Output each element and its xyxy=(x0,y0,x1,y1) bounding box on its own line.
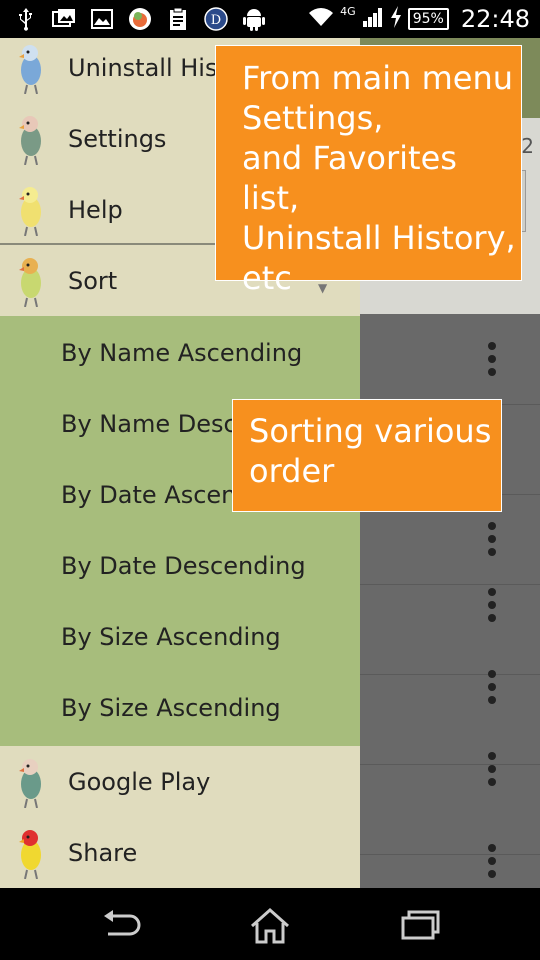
back-icon[interactable] xyxy=(100,906,144,944)
drawer-item-label: Sort xyxy=(68,266,118,295)
list-item[interactable] xyxy=(360,844,540,888)
signal-icon xyxy=(362,7,384,31)
sort-option-size-asc-2[interactable]: By Size Ascending xyxy=(0,672,360,743)
more-icon[interactable] xyxy=(488,752,496,786)
drawer-item-label: Google Play xyxy=(68,767,211,796)
network-type: 4G xyxy=(340,4,356,18)
drawer-item-label: Settings xyxy=(68,124,167,153)
lovebird-blue-icon xyxy=(19,45,41,94)
callout-line: order xyxy=(249,452,335,490)
sort-option-date-desc[interactable]: By Date Descending xyxy=(0,530,360,601)
callout-line: Sorting various xyxy=(249,412,492,450)
sort-options-panel: By Name Ascending By Name Descending By … xyxy=(0,316,360,746)
drawer-item-label: Share xyxy=(68,838,138,867)
more-icon[interactable] xyxy=(488,342,496,376)
battery-indicator: 95% xyxy=(407,8,449,30)
callout-line: and Favorites list, xyxy=(242,139,457,217)
lovebird-green-icon xyxy=(19,116,41,165)
sort-option-label: By Size Ascending xyxy=(61,693,281,722)
list-item[interactable] xyxy=(360,670,540,765)
sort-option-label: By Size Ascending xyxy=(61,622,281,651)
drawer-item-share[interactable]: Share xyxy=(0,817,360,888)
more-icon[interactable] xyxy=(488,588,496,622)
android-icon xyxy=(242,7,266,31)
callout-sorting: Sorting various order xyxy=(232,399,502,512)
callout-line: Settings, xyxy=(242,99,384,137)
charging-icon xyxy=(390,6,402,32)
svg-text:D: D xyxy=(211,13,221,28)
lovebird-lime-icon xyxy=(19,258,41,307)
list-item[interactable] xyxy=(360,584,540,675)
usb-icon xyxy=(14,7,38,31)
sort-option-label: By Date Descending xyxy=(61,551,306,580)
more-icon[interactable] xyxy=(488,670,496,704)
callout-line: From main menu xyxy=(242,59,513,97)
clock: 22:48 xyxy=(460,5,530,33)
bird-app-icon xyxy=(128,7,152,31)
more-icon[interactable] xyxy=(488,844,496,878)
recent-apps-icon[interactable] xyxy=(398,906,442,944)
wifi-icon xyxy=(308,7,334,31)
item-count: 2 xyxy=(521,134,534,158)
callout-line: Uninstall History, xyxy=(242,219,516,257)
drawer-item-google-play[interactable]: Google Play xyxy=(0,746,360,817)
lovebird-teal-icon xyxy=(19,759,41,808)
list-item[interactable] xyxy=(360,752,540,855)
system-navigation-bar xyxy=(0,888,540,960)
clipboard-icon xyxy=(166,7,190,31)
d-app-icon: D xyxy=(204,7,228,31)
sort-option-label: By Name Ascending xyxy=(61,338,303,367)
drawer-item-label: Help xyxy=(68,195,123,224)
gallery-icon xyxy=(90,7,114,31)
sort-option-size-asc[interactable]: By Size Ascending xyxy=(0,601,360,672)
lovebird-red-icon xyxy=(19,830,41,879)
lovebird-yellow-icon xyxy=(19,187,41,236)
callout-main-menu: From main menu Settings, and Favorites l… xyxy=(215,45,522,297)
home-icon[interactable] xyxy=(248,906,292,944)
more-icon[interactable] xyxy=(488,522,496,556)
callout-line: etc xyxy=(242,259,292,297)
list-item[interactable] xyxy=(360,314,540,405)
picture-icon xyxy=(52,7,76,31)
sort-option-name-asc[interactable]: By Name Ascending xyxy=(0,317,360,388)
